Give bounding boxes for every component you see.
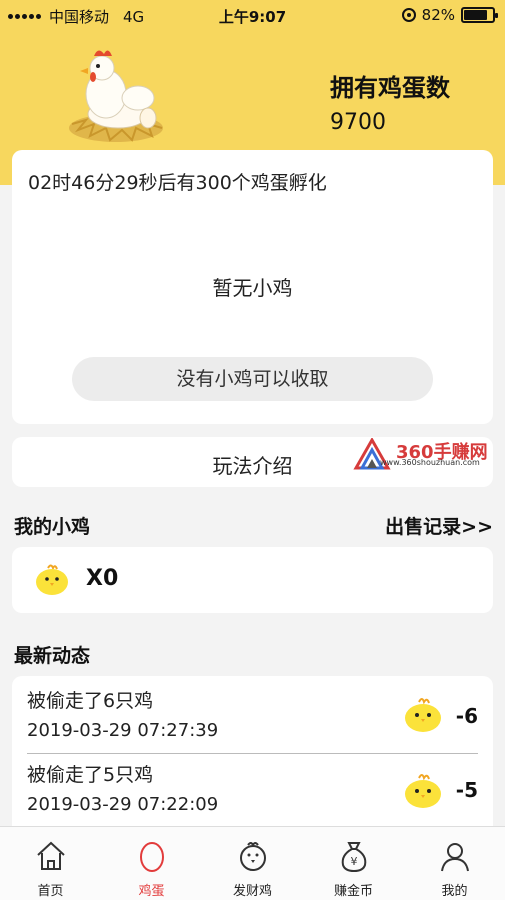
tab-home-label: 首页	[37, 884, 64, 899]
news-delta: -5	[455, 778, 478, 802]
tab-earn-coins[interactable]: ¥ 赚金币	[303, 827, 404, 900]
battery-percent: 82%	[421, 6, 455, 24]
my-chicks-card: X0	[12, 547, 493, 613]
watermark-url: www.360shouzhuan.com	[380, 458, 480, 467]
news-description: 被偷走了6只鸡	[27, 690, 154, 712]
hatch-countdown: 02时46分29秒后有300个鸡蛋孵化	[28, 172, 327, 194]
tab-earn-coins-label: 赚金币	[333, 884, 373, 899]
chick-icon	[36, 564, 68, 595]
egg-count-label: 拥有鸡蛋数	[330, 74, 450, 102]
sales-record-link[interactable]: 出售记录>>	[385, 512, 493, 539]
list-item: 被偷走了6只鸡 2019-03-29 07:27:39 -6	[12, 676, 493, 754]
collect-chick-button[interactable]: 没有小鸡可以收取	[72, 357, 433, 401]
tab-profile[interactable]: 我的	[404, 827, 505, 900]
news-timestamp: 2019-03-29 07:27:39	[27, 720, 219, 741]
bottom-tab-bar: 首页 鸡蛋 发财鸡 ¥ 赚金币 我的	[0, 826, 505, 900]
hatch-card: 02时46分29秒后有300个鸡蛋孵化 暂无小鸡 没有小鸡可以收取	[12, 150, 493, 424]
news-description: 被偷走了5只鸡	[27, 764, 154, 786]
empty-chick-text: 暂无小鸡	[212, 276, 293, 300]
tab-lucky-chicken[interactable]: 发财鸡	[202, 827, 303, 900]
tab-egg[interactable]: 鸡蛋	[101, 827, 202, 900]
battery-fill	[464, 10, 487, 20]
chick-icon	[405, 698, 441, 732]
chick-icon	[405, 774, 441, 808]
news-timestamp: 2019-03-29 07:22:09	[27, 794, 219, 815]
status-right: 82%	[401, 6, 498, 24]
list-item: 被偷走了5只鸡 2019-03-29 07:22:09 -5	[12, 754, 493, 830]
status-bar: 中国移动 4G 上午9:07 82%	[0, 0, 505, 30]
tab-lucky-chicken-label: 发财鸡	[232, 884, 272, 899]
tab-egg-label: 鸡蛋	[138, 884, 165, 899]
tab-home[interactable]: 首页	[0, 827, 101, 900]
egg-count-value: 9700	[330, 110, 386, 135]
my-chicks-title: 我的小鸡	[14, 516, 91, 538]
chick-count: X0	[86, 566, 119, 591]
money-bag-icon: ¥	[341, 842, 366, 873]
tab-profile-label: 我的	[441, 884, 468, 899]
svg-text:¥: ¥	[350, 855, 357, 868]
news-title: 最新动态	[14, 645, 91, 667]
hen-nest-illustration	[69, 50, 163, 142]
news-list: 被偷走了6只鸡 2019-03-29 07:27:39 -6 被偷走了5只鸡 2…	[12, 676, 493, 836]
chicken-icon	[239, 842, 266, 871]
home-icon	[36, 841, 65, 870]
news-delta: -6	[455, 704, 478, 728]
egg-icon	[139, 842, 164, 872]
watermark: 360手赚网 www.360shouzhuan.com	[350, 436, 505, 472]
rotation-lock-icon	[401, 8, 416, 22]
battery-icon	[461, 7, 498, 23]
profile-icon	[440, 843, 469, 872]
